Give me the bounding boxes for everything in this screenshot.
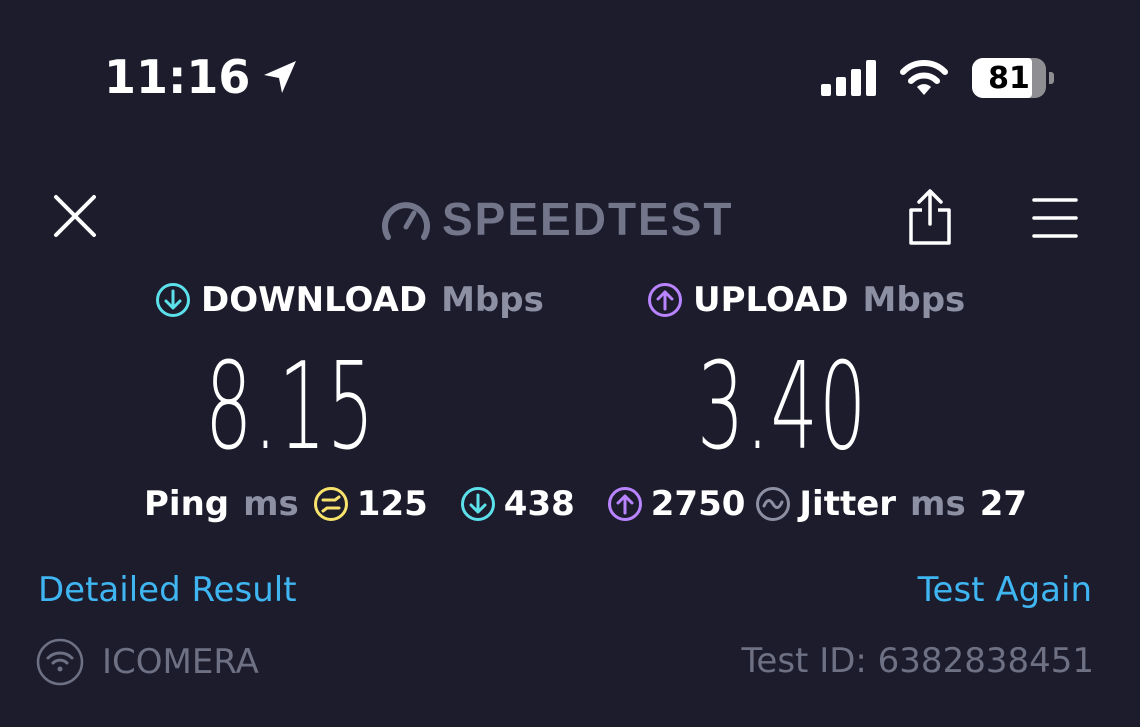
test-again-link[interactable]: Test Again — [918, 570, 1092, 610]
battery-icon: 81 — [972, 58, 1046, 98]
detailed-result-link[interactable]: Detailed Result — [38, 570, 297, 610]
cellular-signal-icon — [821, 60, 876, 96]
download-unit: Mbps — [441, 280, 544, 320]
provider-info: ICOMERA — [36, 638, 259, 686]
share-button[interactable] — [908, 188, 952, 246]
ping-unit: ms — [243, 484, 299, 524]
location-arrow-icon — [264, 61, 297, 93]
upload-unit: Mbps — [862, 280, 966, 320]
speedtest-logo: SPEEDTEST — [380, 192, 734, 246]
download-heading: DOWNLOAD Mbps — [155, 280, 544, 320]
download-speed-value: 8.15 — [205, 338, 376, 477]
speedometer-icon — [382, 202, 430, 240]
upload-ping-icon — [607, 487, 642, 521]
speedtest-result-screen: 11:16 81 SPEEDTEST DOWNLOAD Mbps 8.15 UP… — [0, 0, 1140, 727]
battery-nub — [1049, 72, 1054, 84]
logo-text: SPEEDTEST — [442, 193, 734, 245]
upload-speed-value: 3.40 — [697, 338, 868, 477]
idle-ping-icon — [313, 487, 348, 521]
download-ping-icon — [460, 487, 495, 521]
idle-ping-value: 125 — [356, 484, 428, 524]
upload-arrow-icon — [648, 283, 682, 317]
provider-name: ICOMERA — [102, 642, 259, 682]
upload-heading: UPLOAD Mbps — [647, 280, 965, 320]
ping-label: Ping — [144, 484, 230, 524]
upload-ping-value: 2750 — [650, 484, 746, 524]
wifi-icon — [900, 60, 948, 95]
battery-level: 81 — [988, 60, 1030, 96]
jitter-value: 27 — [979, 484, 1028, 524]
download-arrow-icon — [156, 283, 190, 317]
download-ping-value: 438 — [503, 484, 575, 524]
test-id: Test ID: 6382838451 — [741, 641, 1094, 681]
jitter-icon — [756, 487, 791, 521]
upload-label: UPLOAD — [693, 280, 849, 320]
wifi-provider-icon — [36, 638, 84, 686]
status-time: 11:16 — [104, 50, 300, 104]
close-button[interactable] — [52, 193, 98, 239]
menu-button[interactable] — [1032, 196, 1078, 240]
jitter-label: Jitter — [799, 484, 897, 524]
status-time-text: 11:16 — [104, 50, 251, 104]
ping-jitter-row: Ping ms 125 438 2750 Jitter ms 27 — [144, 484, 1027, 524]
status-indicators: 81 — [821, 58, 1054, 98]
jitter-unit: ms — [910, 484, 966, 524]
download-label: DOWNLOAD — [201, 280, 428, 320]
